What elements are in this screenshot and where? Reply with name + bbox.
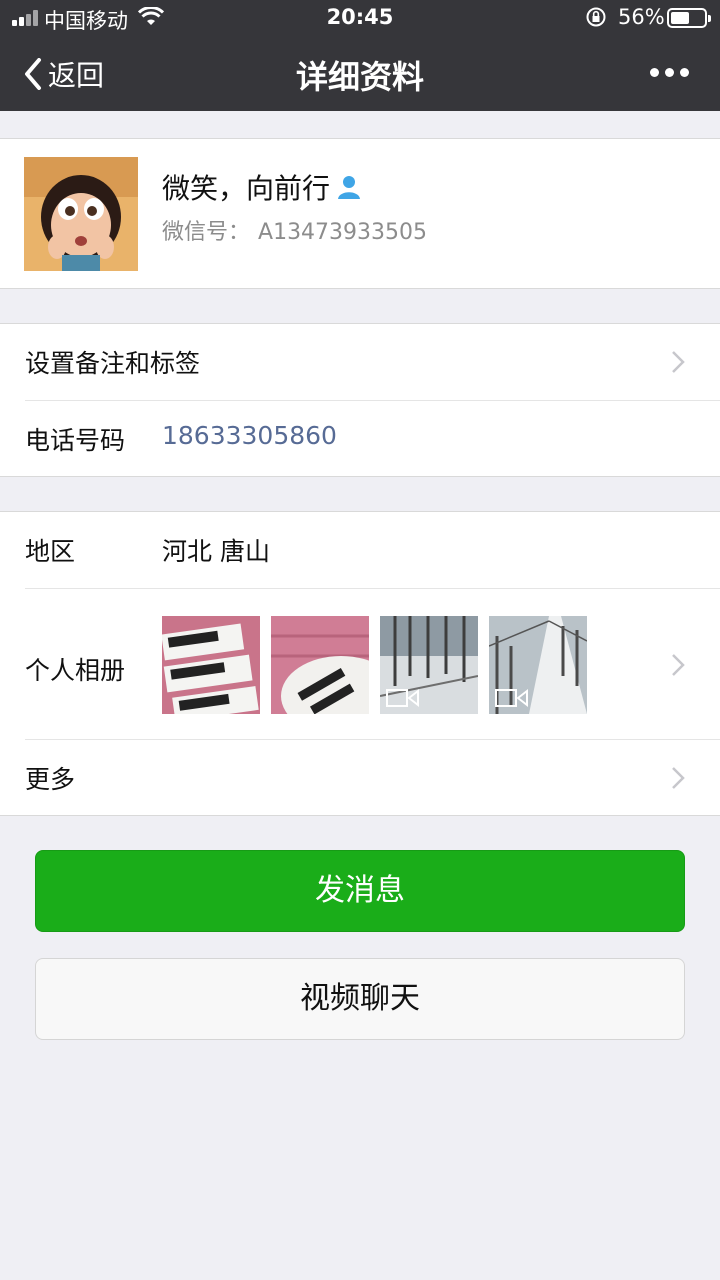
profile-nickname: 微笑，向前行: [162, 167, 362, 207]
album-video-thumbnail[interactable]: [380, 616, 478, 714]
album-thumbnail[interactable]: [271, 616, 369, 714]
video-icon: [386, 688, 419, 708]
set-remark-and-tags-label: 设置备注和标签: [25, 349, 201, 378]
contact-info-section: 设置备注和标签 电话号码 18633305860: [0, 323, 720, 477]
wechat-id-label: 微信号：: [162, 220, 251, 245]
personal-album-label: 个人相册: [25, 656, 126, 685]
chevron-right-icon: [672, 351, 685, 373]
video-icon: [495, 688, 528, 708]
battery-fill: [671, 12, 689, 24]
region-row: 地区 河北 唐山: [25, 512, 720, 588]
album-thumbnail[interactable]: [162, 616, 260, 714]
video-chat-button[interactable]: 视频聊天: [35, 958, 685, 1040]
navigation-bar: 中国移动 20:45 56% 返回 详细资料: [0, 0, 720, 111]
battery-percentage: 56%: [618, 5, 665, 29]
chevron-right-icon: [672, 654, 685, 676]
battery-icon: [667, 8, 711, 28]
more-row[interactable]: 更多: [25, 739, 720, 815]
phone-number-link[interactable]: 18633305860: [162, 421, 337, 450]
wechat-id: 微信号： A13473933505: [162, 214, 427, 246]
set-remark-and-tags-row[interactable]: 设置备注和标签: [25, 324, 720, 400]
phone-number-label: 电话号码: [25, 426, 126, 455]
page-title: 详细资料: [295, 58, 424, 96]
profile-card[interactable]: 微笑，向前行 微信号： A13473933505: [0, 138, 720, 289]
personal-album-row[interactable]: 个人相册: [25, 588, 720, 739]
more-label: 更多: [25, 765, 76, 794]
send-message-button[interactable]: 发消息: [35, 850, 685, 932]
album-thumbnails: [162, 616, 598, 714]
male-gender-icon: [338, 176, 361, 199]
region-value: 河北 唐山: [162, 537, 270, 566]
wechat-id-value: A13473933505: [258, 220, 428, 245]
chevron-right-icon: [672, 767, 685, 789]
more-options-button[interactable]: [650, 60, 690, 86]
album-video-thumbnail[interactable]: [489, 616, 587, 714]
status-bar: 中国移动 20:45 56%: [0, 0, 720, 36]
region-label: 地区: [25, 537, 76, 566]
details-section: 地区 河北 唐山 个人相册 更多: [0, 511, 720, 816]
phone-number-row: 电话号码 18633305860: [25, 400, 720, 476]
clock: 20:45: [326, 5, 394, 29]
avatar[interactable]: [24, 157, 138, 271]
rotation-lock-icon: [586, 7, 606, 27]
